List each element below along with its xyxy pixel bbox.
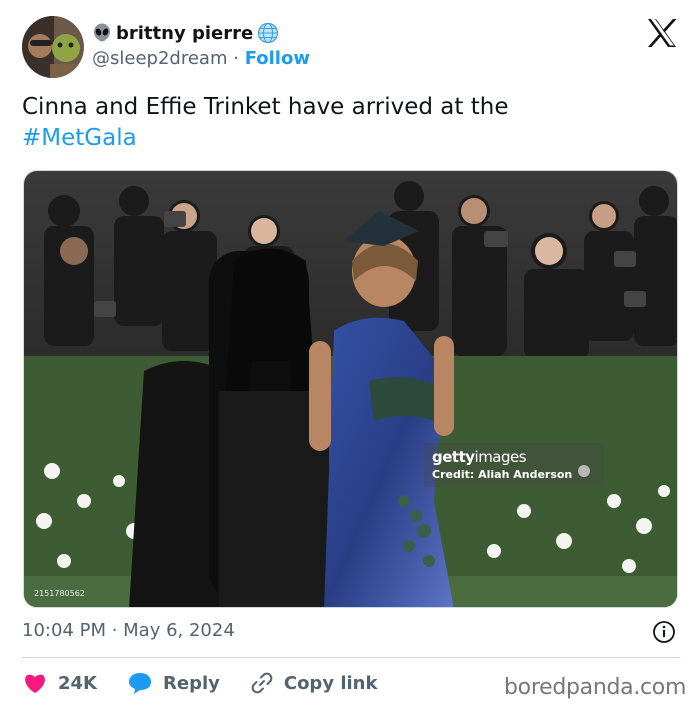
copy-link-button[interactable]: Copy link bbox=[250, 671, 378, 695]
photo-credit: Credit: Aliah Anderson bbox=[432, 468, 573, 481]
photo-id: 2151780562 bbox=[34, 589, 85, 598]
tweet-card: brittny pierre @sleep2dream · Follow Cin… bbox=[0, 0, 700, 710]
x-logo-icon[interactable] bbox=[646, 18, 678, 48]
tweet-timestamp[interactable]: 10:04 PM · May 6, 2024 bbox=[22, 620, 235, 641]
like-button[interactable]: 24K bbox=[22, 671, 97, 695]
like-count: 24K bbox=[58, 672, 97, 694]
reply-label: Reply bbox=[163, 672, 220, 694]
reply-bubble-icon bbox=[129, 673, 151, 694]
divider bbox=[22, 657, 680, 658]
avatar[interactable] bbox=[22, 16, 84, 78]
tweet-photo[interactable]: gettyimages Credit: Aliah Anderson 21517… bbox=[23, 170, 678, 608]
heart-icon bbox=[25, 674, 45, 693]
hashtag-link[interactable]: #MetGala bbox=[22, 125, 137, 151]
user-handle[interactable]: @sleep2dream bbox=[92, 48, 227, 69]
getty-watermark: gettyimages Credit: Aliah Anderson bbox=[424, 443, 604, 487]
boredpanda-watermark: boredpanda.com bbox=[504, 675, 687, 700]
copy-link-label: Copy link bbox=[283, 672, 378, 694]
tweet-text: Cinna and Effie Trinket have arrived at … bbox=[22, 92, 672, 154]
globe-icon bbox=[257, 22, 279, 44]
handle-row: @sleep2dream · Follow bbox=[92, 48, 310, 69]
tweet-body: Cinna and Effie Trinket have arrived at … bbox=[22, 94, 509, 120]
getty-logo: gettyimages bbox=[432, 448, 527, 466]
info-icon[interactable] bbox=[652, 620, 676, 644]
follow-button[interactable]: Follow bbox=[245, 48, 310, 69]
link-icon bbox=[251, 672, 273, 694]
separator: · bbox=[233, 48, 239, 69]
alien-icon bbox=[92, 23, 112, 43]
reply-button[interactable]: Reply bbox=[127, 671, 220, 695]
action-bar: 24K Reply Copy link bbox=[22, 668, 407, 698]
display-name-row[interactable]: brittny pierre bbox=[92, 22, 279, 44]
display-name: brittny pierre bbox=[116, 22, 254, 44]
